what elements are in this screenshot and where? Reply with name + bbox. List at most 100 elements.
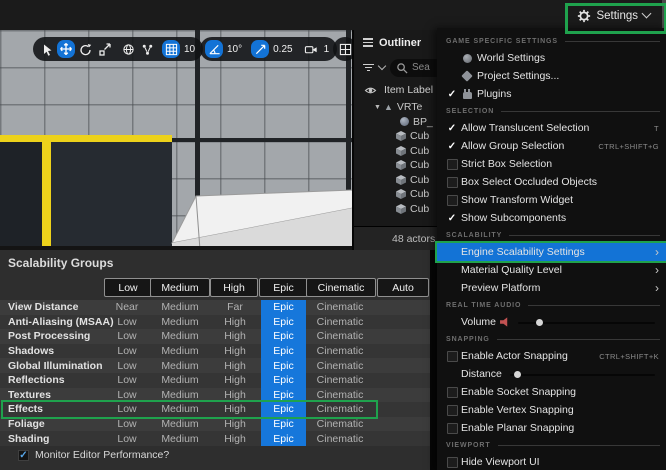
quality-cell-cinematic[interactable]: Cinematic [306,402,374,417]
quality-cell-epic[interactable]: Epic [261,431,306,446]
quality-cell-cinematic[interactable]: Cinematic [306,388,374,403]
quality-cell-medium[interactable]: Medium [148,402,212,417]
quality-cell-medium[interactable]: Medium [148,329,212,344]
settings-button[interactable]: Settings [573,4,654,27]
dark-cube-left[interactable] [0,142,42,250]
filter-chevron-icon[interactable] [377,61,387,71]
checkbox-icon[interactable] [445,158,459,170]
menu-item-distance[interactable]: Distance [437,365,666,383]
quality-cell-high[interactable]: High [210,373,260,388]
menu-item-enable-vertex-snapping[interactable]: Enable Vertex Snapping [437,401,666,419]
quality-cell-low[interactable]: Low [104,402,150,417]
quality-cell-epic[interactable]: Epic [261,387,306,403]
quality-cell-medium[interactable]: Medium [148,315,212,330]
quality-button-low[interactable]: Low [104,278,152,297]
dark-cube-right[interactable] [51,142,172,250]
quality-cell-epic[interactable]: Epic [261,358,306,373]
checkbox-icon[interactable] [445,176,459,188]
menu-item-box-select-occluded-objects[interactable]: Box Select Occluded Objects [437,173,666,191]
quality-cell-low[interactable]: Low [104,431,150,446]
quality-cell-epic[interactable]: Epic [261,416,306,432]
grid-snap-value[interactable]: 10 [181,44,198,55]
quality-cell-cinematic[interactable]: Cinematic [306,358,374,373]
checkbox-icon[interactable] [445,456,459,468]
menu-item-enable-planar-snapping[interactable]: Enable Planar Snapping [437,419,666,437]
camera-speed-value[interactable]: 1 [321,44,333,55]
quality-cell-low[interactable]: Low [104,358,150,373]
grid-snap-icon[interactable] [162,40,180,58]
quality-button-high[interactable]: High [210,278,258,297]
quality-cell-medium[interactable]: Medium [148,417,212,432]
quality-cell-epic[interactable]: Epic [261,329,306,344]
camera-speed-icon[interactable] [302,40,320,58]
quality-cell-cinematic[interactable]: Cinematic [306,431,374,446]
menu-item-plugins[interactable]: ✓ Plugins [437,85,666,103]
quality-cell-epic[interactable]: Epic [261,402,306,417]
expand-arrow-icon[interactable]: ▼ [374,104,381,111]
select-tool-icon[interactable] [38,40,56,58]
quality-cell-far[interactable]: Far [210,300,260,315]
menu-item-hide-viewport-ui[interactable]: Hide Viewport UI [437,453,666,470]
distance-slider[interactable] [509,370,655,379]
menu-item-project-settings[interactable]: Project Settings... [437,67,666,85]
quality-cell-medium[interactable]: Medium [148,431,212,446]
menu-item-strict-box-selection[interactable]: Strict Box Selection [437,155,666,173]
checkbox-icon[interactable]: ✓ [445,141,459,152]
quality-cell-high[interactable]: High [210,315,260,330]
quality-cell-high[interactable]: High [210,431,260,446]
quality-button-cinematic[interactable]: Cinematic [306,278,376,297]
menu-item-volume[interactable]: Volume [437,313,666,331]
quality-cell-medium[interactable]: Medium [148,388,212,403]
rotation-snap-value[interactable]: 10° [224,44,245,55]
quality-cell-medium[interactable]: Medium [148,300,212,315]
surface-snapping-icon[interactable] [138,40,156,58]
quality-cell-cinematic[interactable]: Cinematic [306,315,374,330]
menu-item-engine-scalability-settings[interactable]: Engine Scalability Settings › [435,241,666,263]
quality-button-auto[interactable]: Auto [377,278,429,297]
slider-knob[interactable] [514,370,522,378]
quality-cell-epic[interactable]: Epic [261,300,306,315]
quality-cell-cinematic[interactable]: Cinematic [306,344,374,359]
quality-cell-cinematic[interactable]: Cinematic [306,329,374,344]
quality-cell-medium[interactable]: Medium [148,373,212,388]
volume-slider[interactable] [518,318,655,327]
quality-cell-high[interactable]: High [210,344,260,359]
scale-snap-value[interactable]: 0.25 [270,44,295,55]
scale-snap-icon[interactable] [251,40,270,58]
quality-cell-high[interactable]: High [210,417,260,432]
filter-icon[interactable] [363,63,374,72]
quality-cell-low[interactable]: Low [104,417,150,432]
world-coordinate-icon[interactable] [119,40,137,58]
quality-cell-low[interactable]: Low [104,329,150,344]
level-viewport[interactable]: 10 10° 0.25 1 [0,30,353,250]
rotation-snap-icon[interactable] [205,40,223,58]
menu-item-enable-actor-snapping[interactable]: Enable Actor Snapping CTRL+SHIFT+K [437,347,666,365]
visibility-eye-icon[interactable] [364,84,377,97]
checkbox-icon[interactable] [445,422,459,434]
quality-cell-low[interactable]: Low [104,315,150,330]
quality-button-epic[interactable]: Epic [259,278,308,297]
checkbox-icon[interactable] [445,404,459,416]
quality-button-medium[interactable]: Medium [150,278,210,297]
quality-cell-cinematic[interactable]: Cinematic [306,300,374,315]
menu-item-world-settings[interactable]: World Settings [437,49,666,67]
quality-cell-epic[interactable]: Epic [261,372,306,388]
slider-knob[interactable] [535,318,543,326]
checkbox-icon[interactable]: ✓ [445,123,459,134]
quality-cell-high[interactable]: High [210,358,260,373]
quality-cell-medium[interactable]: Medium [148,358,212,373]
checkbox-icon[interactable] [445,386,459,398]
quality-cell-epic[interactable]: Epic [261,314,306,330]
monitor-performance-checkbox[interactable]: ✓ Monitor Editor Performance? [18,449,169,461]
quality-cell-high[interactable]: High [210,402,260,417]
quality-cell-epic[interactable]: Epic [261,343,306,359]
menu-item-enable-socket-snapping[interactable]: Enable Socket Snapping [437,383,666,401]
quality-cell-cinematic[interactable]: Cinematic [306,417,374,432]
viewport-layout-button[interactable] [333,37,353,61]
scale-tool-icon[interactable] [95,40,113,58]
menu-item-preview-platform[interactable]: Preview Platform › [437,279,666,297]
menu-item-allow-group-selection[interactable]: ✓ Allow Group Selection CTRL+SHIFT+G [437,137,666,155]
menu-item-show-transform-widget[interactable]: Show Transform Widget [437,191,666,209]
checkbox-icon[interactable] [445,194,459,206]
move-tool-icon[interactable] [57,40,75,58]
